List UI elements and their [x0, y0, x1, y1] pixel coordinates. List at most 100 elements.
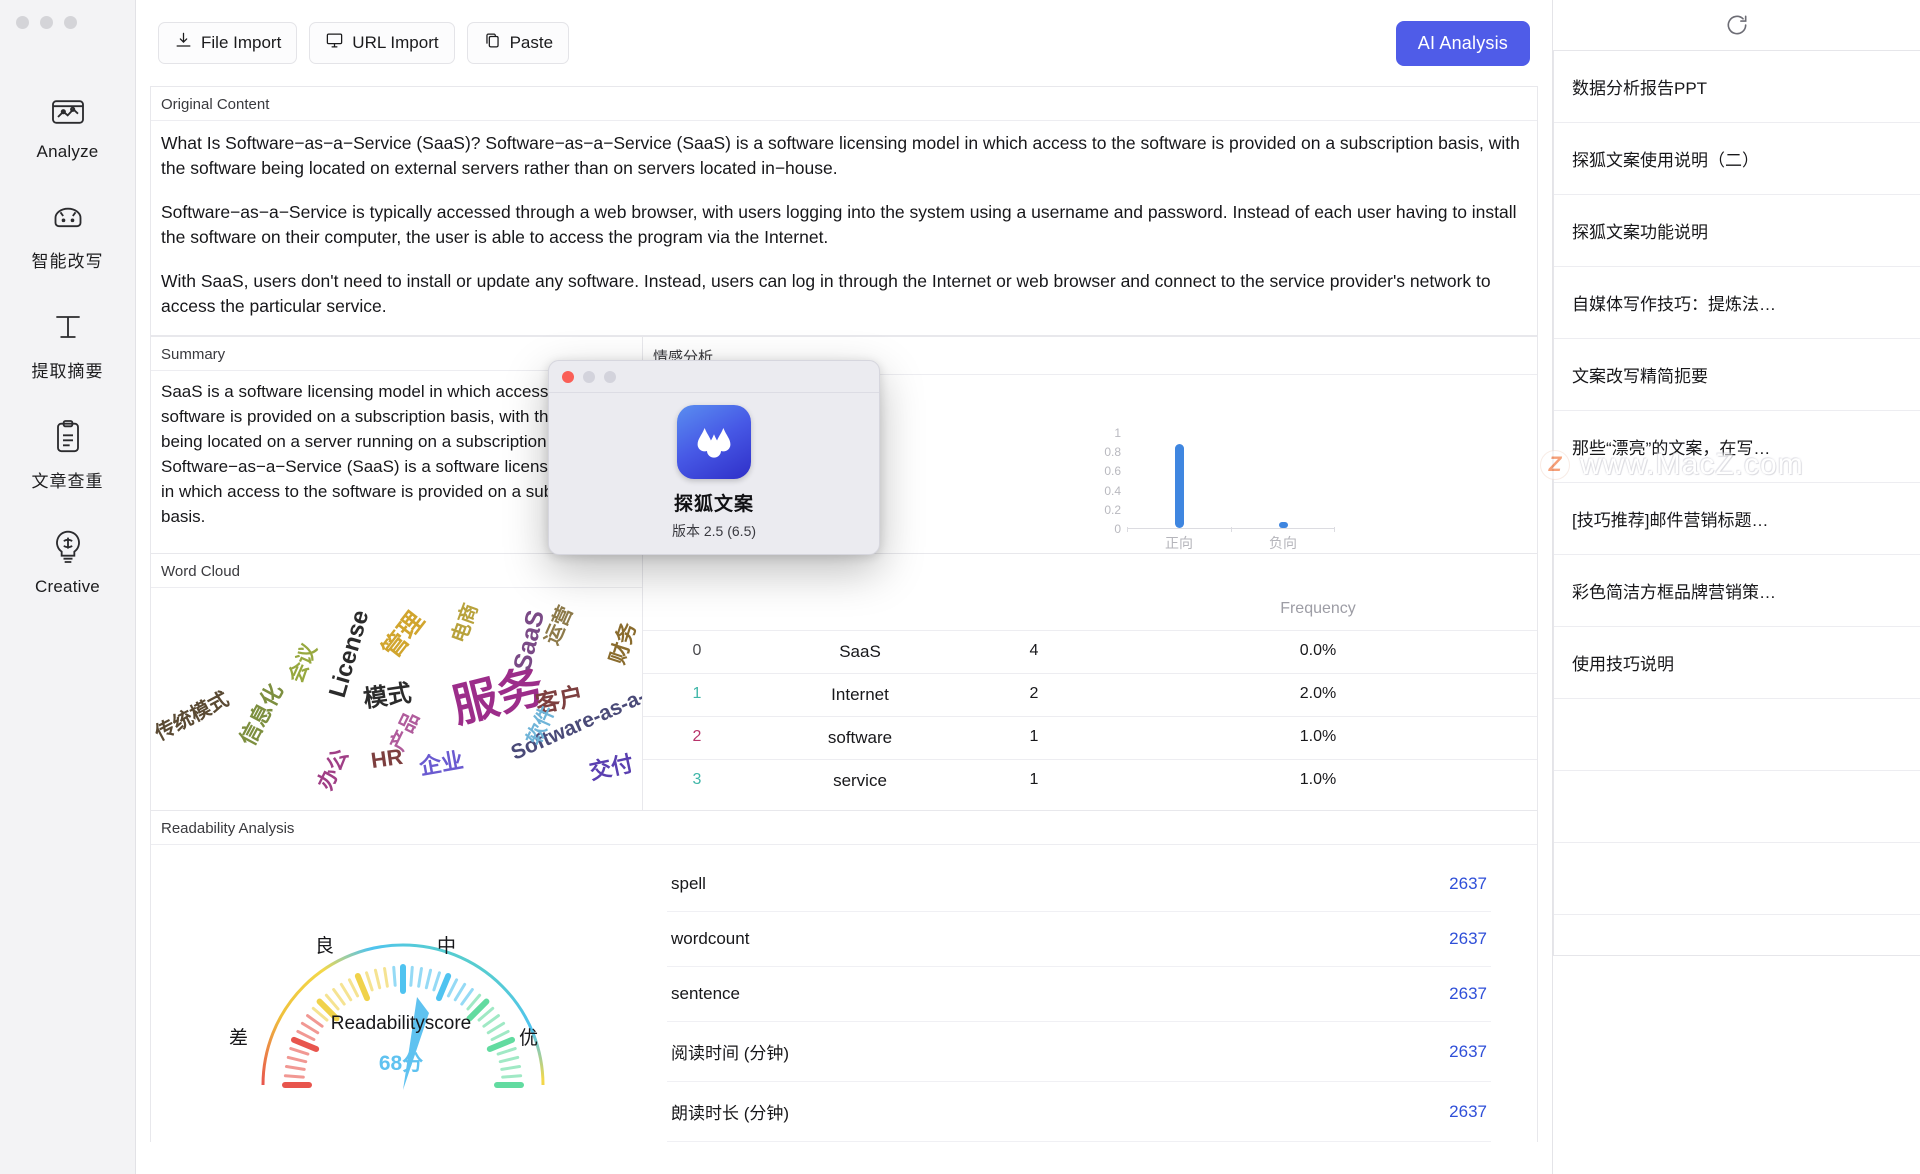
cell-index: 2	[692, 728, 702, 745]
table-row[interactable]: 3 service 1 1.0%	[643, 759, 1537, 802]
list-item[interactable]: 自媒体写作技巧：提炼法…	[1554, 267, 1920, 339]
close-button[interactable]	[16, 16, 29, 29]
copy-icon	[483, 31, 502, 55]
wordcloud-word: 模式	[361, 679, 414, 714]
about-minimize-button	[583, 370, 595, 383]
readability-body: 差 良 中 优 Readabilityscore 68分 spell 2637 wo…	[151, 845, 1537, 1142]
list-item[interactable]: 使用技巧说明	[1554, 627, 1920, 699]
metric-value: 2637	[1449, 1101, 1487, 1121]
about-close-button[interactable]	[562, 370, 574, 383]
wordcloud-word: 电商	[448, 600, 483, 646]
table-header-row: Frequency	[643, 588, 1537, 630]
original-paragraph: With SaaS, users don't need to install o…	[161, 271, 1491, 316]
gauge-label-medium: 中	[437, 936, 457, 957]
sidebar-item-extract-summary[interactable]: 提取摘要	[0, 290, 135, 400]
original-paragraph: Software−as−a−Service is typically acces…	[161, 202, 1517, 247]
y-tick: 1	[1114, 426, 1121, 440]
y-tick: 0.8	[1104, 445, 1121, 460]
metric-value: 2637	[1449, 984, 1487, 1003]
x-tick-label: 负向	[1269, 535, 1297, 551]
metric-label: 阅读时间 (分钟)	[671, 1044, 790, 1063]
right-sidebar-header	[1553, 0, 1920, 50]
column-header-word	[751, 600, 969, 618]
document-list[interactable]: 数据分析报告PPT 探狐文案使用说明（二） 探狐文案功能说明 自媒体写作技巧：提炼法……	[1553, 50, 1920, 956]
chart-bars	[1127, 433, 1335, 532]
original-paragraph: What Is Software−as−a−Service (SaaS)? So…	[161, 133, 1520, 178]
wordcloud-word: 传统模式	[151, 688, 233, 746]
cell-index: 3	[692, 771, 702, 788]
about-dialog[interactable]: 探狐文案 版本 2.5 (6.5)	[548, 360, 880, 555]
list-item[interactable]: [技巧推荐]邮件营销标题…	[1554, 483, 1920, 555]
sidebar-item-label: 智能改写	[31, 252, 104, 271]
list-item[interactable]: 探狐文案功能说明	[1554, 195, 1920, 267]
original-content-body[interactable]: What Is Software−as−a−Service (SaaS)? So…	[151, 121, 1537, 335]
gauge-score: 68分	[378, 1052, 424, 1075]
list-item[interactable]: 文案改写精简扼要	[1554, 339, 1920, 411]
wordcloud-frequency-row: Word Cloud 服务 Software-as-a-Service 传统模式 信息…	[151, 553, 1537, 810]
wordcloud-panel: Word Cloud 服务 Software-as-a-Service 传统模式 信息…	[151, 554, 643, 810]
sidebar-item-label: Analyze	[36, 142, 99, 161]
sidebar-item-label: Creative	[35, 577, 100, 596]
file-import-button[interactable]: File Import	[158, 22, 298, 64]
minimize-button[interactable]	[40, 16, 53, 29]
bar-positive	[1174, 444, 1184, 528]
about-maximize-button	[604, 370, 616, 383]
sidebar-item-creative[interactable]: Creative	[0, 510, 135, 615]
cell-count: 2	[1029, 685, 1039, 702]
metric-label: sentence	[671, 984, 740, 1003]
list-item-empty	[1554, 771, 1920, 843]
wordcloud-word: 财务	[606, 619, 641, 667]
metric-label: wordcount	[671, 929, 750, 948]
url-import-label: URL Import	[352, 33, 439, 52]
table-row[interactable]: 2 software 1 1.0%	[643, 716, 1537, 759]
metric-row: spell 2637	[667, 857, 1491, 912]
y-axis-ticks: 1 0.8 0.6 0.4 0.2 0	[1091, 427, 1121, 535]
y-tick: 0	[1114, 522, 1121, 536]
list-item[interactable]: 数据分析报告PPT	[1554, 51, 1920, 123]
text-cursor-icon	[47, 306, 89, 348]
frequency-table-body: 0 SaaS 4 0.0% 1 Internet 2 2.0% 2 software 1 1.0% 3 s…	[643, 630, 1537, 802]
readability-title: Readability Analysis	[151, 811, 1537, 845]
list-item-empty	[1554, 699, 1920, 771]
cell-frequency: 1.0%	[1299, 728, 1337, 745]
url-import-button[interactable]: URL Import	[309, 22, 455, 64]
ai-analysis-button[interactable]: AI Analysis	[1395, 20, 1530, 66]
sidebar-item-plagiarism[interactable]: 文章查重	[0, 400, 135, 510]
app-window: Analyze 智能改写 提取摘要 文章查重 Creative File Imp…	[0, 0, 1920, 1174]
original-content-card: Original Content What Is Software−as−a−S…	[151, 86, 1537, 336]
list-item[interactable]: 那些“漂亮”的文案，在写…	[1554, 411, 1920, 483]
wordcloud-word: 会议	[285, 640, 322, 687]
about-app-version: 版本 2.5 (6.5)	[671, 523, 757, 539]
metric-row: sentence 2637	[667, 967, 1491, 1022]
chart-plot-area: 1 0.8 0.6 0.4 0.2 0 正向 负向	[1091, 427, 1341, 551]
table-row[interactable]: 0 SaaS 4 0.0%	[643, 630, 1537, 673]
bar-negative	[1278, 522, 1288, 528]
wordcloud-word: 企业	[417, 747, 466, 780]
list-item[interactable]: 探狐文案使用说明（二）	[1554, 123, 1920, 195]
left-sidebar: Analyze 智能改写 提取摘要 文章查重 Creative	[0, 0, 136, 1174]
readability-gauge: 差 良 中 优 Readabilityscore 68分	[151, 845, 651, 1142]
wordcloud-word: 办公	[313, 745, 353, 794]
list-item[interactable]: 彩色简洁方框品牌营销策…	[1554, 555, 1920, 627]
y-tick: 0.4	[1104, 483, 1121, 498]
about-dialog-titlebar	[549, 361, 879, 393]
refresh-icon[interactable]	[1724, 12, 1750, 38]
x-tick-label: 正向	[1165, 535, 1193, 551]
cell-frequency: 0.0%	[1299, 642, 1337, 659]
window-traffic-lights[interactable]	[16, 16, 77, 29]
y-tick: 0.2	[1104, 502, 1121, 517]
robot-icon	[47, 196, 89, 238]
wordcloud-word: 交付	[587, 750, 636, 785]
chart-analyze-icon	[47, 91, 89, 133]
cell-word: software	[827, 728, 893, 747]
sidebar-item-analyze[interactable]: Analyze	[0, 75, 135, 180]
toolbar: File Import URL Import Paste AI Analysis	[136, 0, 1552, 86]
sidebar-item-rewrite[interactable]: 智能改写	[0, 180, 135, 290]
column-header-index	[643, 600, 751, 618]
table-row[interactable]: 1 Internet 2 2.0%	[643, 673, 1537, 716]
metric-value: 2637	[1449, 1041, 1487, 1061]
cell-word: SaaS	[839, 642, 881, 661]
maximize-button[interactable]	[64, 16, 77, 29]
column-header-count	[969, 600, 1099, 618]
paste-button[interactable]: Paste	[466, 22, 570, 64]
